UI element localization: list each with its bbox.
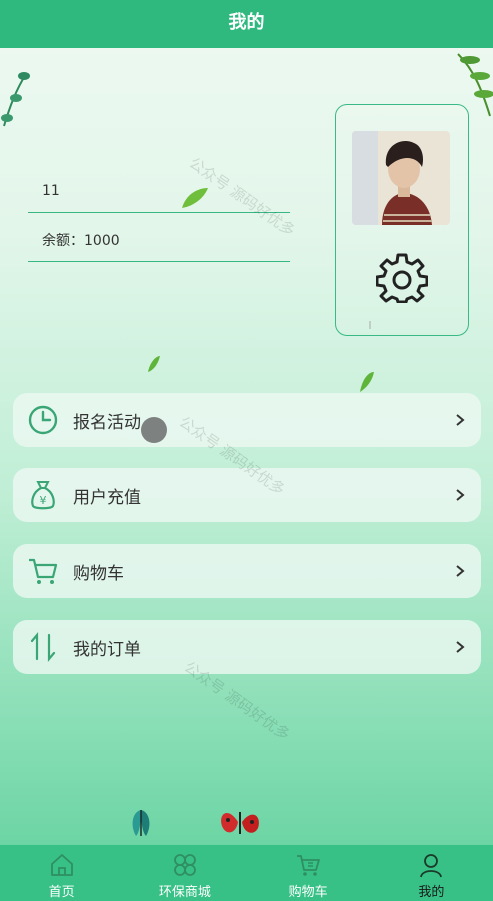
touch-indicator (141, 417, 167, 443)
tab-home[interactable]: 首页 (0, 845, 123, 901)
tab-label: 环保商城 (158, 885, 211, 900)
tab-cart[interactable]: 购物车 (247, 845, 370, 901)
page-title: 我的 (0, 0, 493, 48)
cart-icon (297, 855, 321, 876)
chevron-right-icon (456, 414, 465, 426)
balance-text: 余额：1000 (28, 219, 290, 262)
butterfly-icon (221, 812, 259, 834)
menu-item-label: 购物车 (73, 563, 124, 584)
gear-icon[interactable] (376, 251, 428, 303)
money-bag-icon: ¥ (31, 481, 55, 510)
home-icon (50, 854, 73, 876)
chevron-right-icon (456, 489, 465, 501)
leaf-decoration-icon (1, 72, 30, 127)
avatar[interactable] (352, 131, 450, 225)
profile-info: 11 余额：1000 (28, 170, 290, 262)
butterfly-icon (132, 810, 150, 836)
bottom-tab-bar: 首页 环保商城 购物车 我的 (0, 845, 493, 901)
tab-eco-mall[interactable]: 环保商城 (123, 845, 246, 901)
svg-text:¥: ¥ (40, 494, 47, 507)
menu-item-activity[interactable]: 报名活动 (13, 393, 481, 447)
profile-card (335, 104, 469, 336)
chevron-right-icon (456, 641, 465, 653)
sort-arrows-icon (30, 631, 56, 663)
tab-label: 首页 (48, 885, 75, 900)
leaf-decoration-icon (148, 356, 160, 372)
leaf-decoration-icon (360, 372, 374, 392)
tab-mine[interactable]: 我的 (370, 845, 493, 901)
menu-item-label: 我的订单 (73, 639, 141, 660)
grid-icon (173, 854, 196, 876)
tab-label: 我的 (418, 885, 445, 900)
chevron-right-icon (456, 565, 465, 577)
user-icon (420, 854, 443, 878)
cart-icon (29, 558, 58, 584)
menu-item-label: 报名活动 (73, 412, 141, 433)
menu-item-cart[interactable]: 购物车 (13, 544, 481, 598)
menu-item-orders[interactable]: 我的订单 (13, 620, 481, 674)
tab-label: 购物车 (288, 885, 328, 900)
clock-icon (28, 405, 58, 435)
